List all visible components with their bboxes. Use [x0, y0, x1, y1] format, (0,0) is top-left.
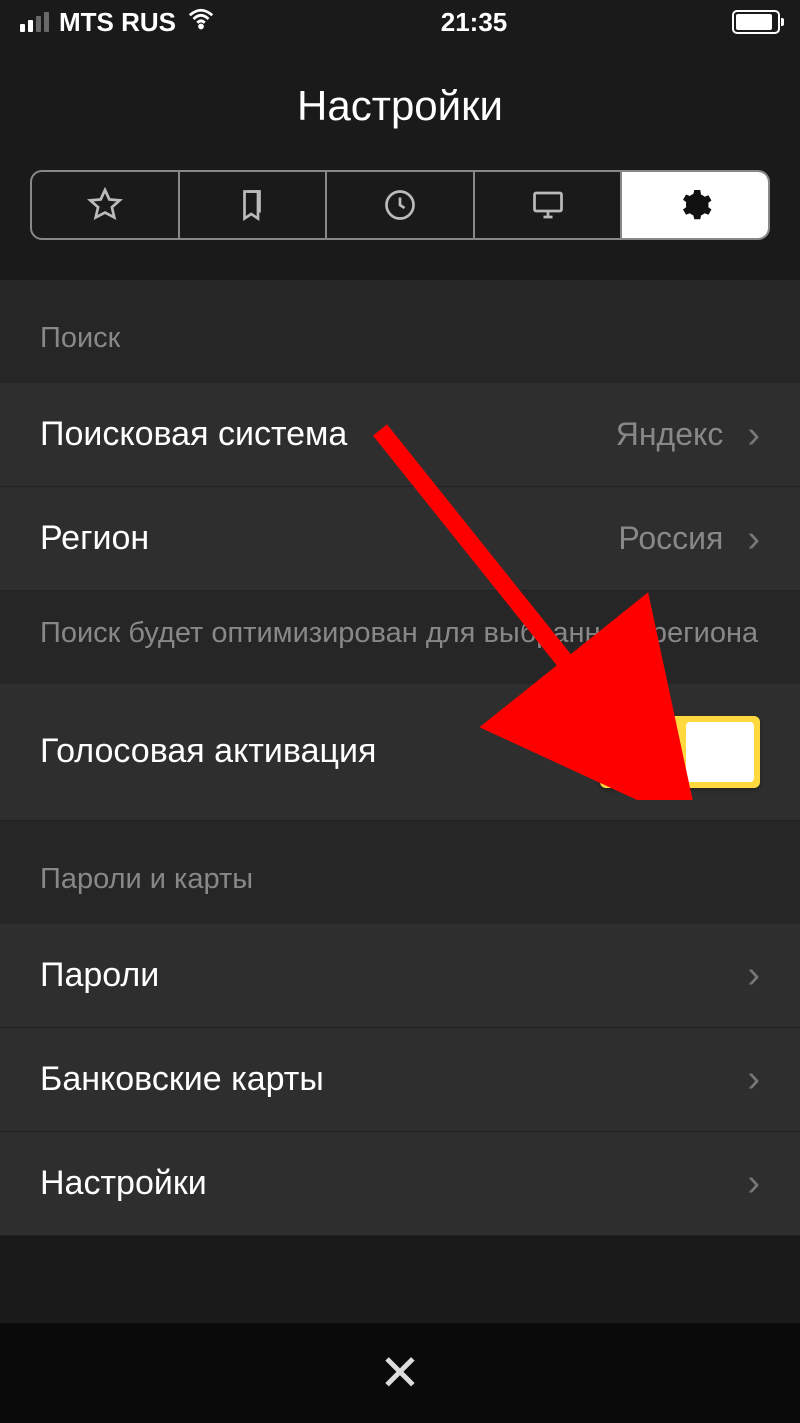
- row-bank-cards[interactable]: Банковские карты ›: [0, 1028, 800, 1132]
- chevron-right-icon: ›: [747, 520, 760, 558]
- desktop-icon: [530, 187, 566, 223]
- settings-content: Поиск Поисковая система Яндекс › Регион …: [0, 280, 800, 1236]
- row-search-engine[interactable]: Поисковая система Яндекс ›: [0, 383, 800, 487]
- chevron-right-icon: ›: [747, 956, 760, 994]
- chevron-right-icon: ›: [747, 1060, 760, 1098]
- row-voice-activation: Голосовая активация ✓: [0, 684, 800, 821]
- carrier-label: MTS RUS: [59, 7, 176, 38]
- tab-history[interactable]: [327, 172, 475, 238]
- row-passwords[interactable]: Пароли ›: [0, 924, 800, 1028]
- gear-icon: [677, 187, 713, 223]
- check-icon: ✓: [606, 729, 686, 775]
- segmented-tabs: [30, 170, 770, 240]
- tab-settings[interactable]: [622, 172, 768, 238]
- tab-bookmarks[interactable]: [180, 172, 328, 238]
- tab-desktop[interactable]: [475, 172, 623, 238]
- row-value-wrap: Яндекс ›: [616, 416, 760, 454]
- status-right: [732, 10, 780, 34]
- battery-icon: [732, 10, 780, 34]
- row-value: Яндекс: [616, 416, 724, 453]
- page-title: Настройки: [0, 82, 800, 130]
- row-region[interactable]: Регион Россия ›: [0, 487, 800, 591]
- status-bar: MTS RUS 21:35: [0, 0, 800, 44]
- row-label: Регион: [40, 519, 149, 558]
- row-label: Банковские карты: [40, 1060, 324, 1099]
- star-icon: [87, 187, 123, 223]
- section-header-passwords: Пароли и карты: [0, 821, 800, 924]
- row-label: Поисковая система: [40, 415, 347, 454]
- row-settings-sub[interactable]: Настройки ›: [0, 1132, 800, 1236]
- page-header: Настройки: [0, 44, 800, 170]
- signal-icon: [20, 12, 49, 32]
- section-header-search: Поиск: [0, 280, 800, 383]
- bottom-bar: ✕: [0, 1323, 800, 1423]
- tab-favorites[interactable]: [32, 172, 180, 238]
- row-label: Голосовая активация: [40, 732, 376, 771]
- region-footnote: Поиск будет оптимизирован для выбранного…: [0, 591, 800, 684]
- history-icon: [382, 187, 418, 223]
- chevron-right-icon: ›: [747, 416, 760, 454]
- toggle-handle: [686, 722, 754, 782]
- voice-toggle[interactable]: ✓: [600, 716, 760, 788]
- status-time: 21:35: [441, 7, 508, 38]
- row-label: Пароли: [40, 956, 159, 995]
- close-icon[interactable]: ✕: [379, 1344, 421, 1402]
- status-left: MTS RUS: [20, 4, 216, 41]
- row-value-wrap: Россия ›: [618, 520, 760, 558]
- row-label: Настройки: [40, 1164, 207, 1203]
- row-value: Россия: [618, 520, 723, 557]
- bookmarks-icon: [234, 187, 270, 223]
- wifi-icon: [186, 4, 216, 41]
- chevron-right-icon: ›: [747, 1164, 760, 1202]
